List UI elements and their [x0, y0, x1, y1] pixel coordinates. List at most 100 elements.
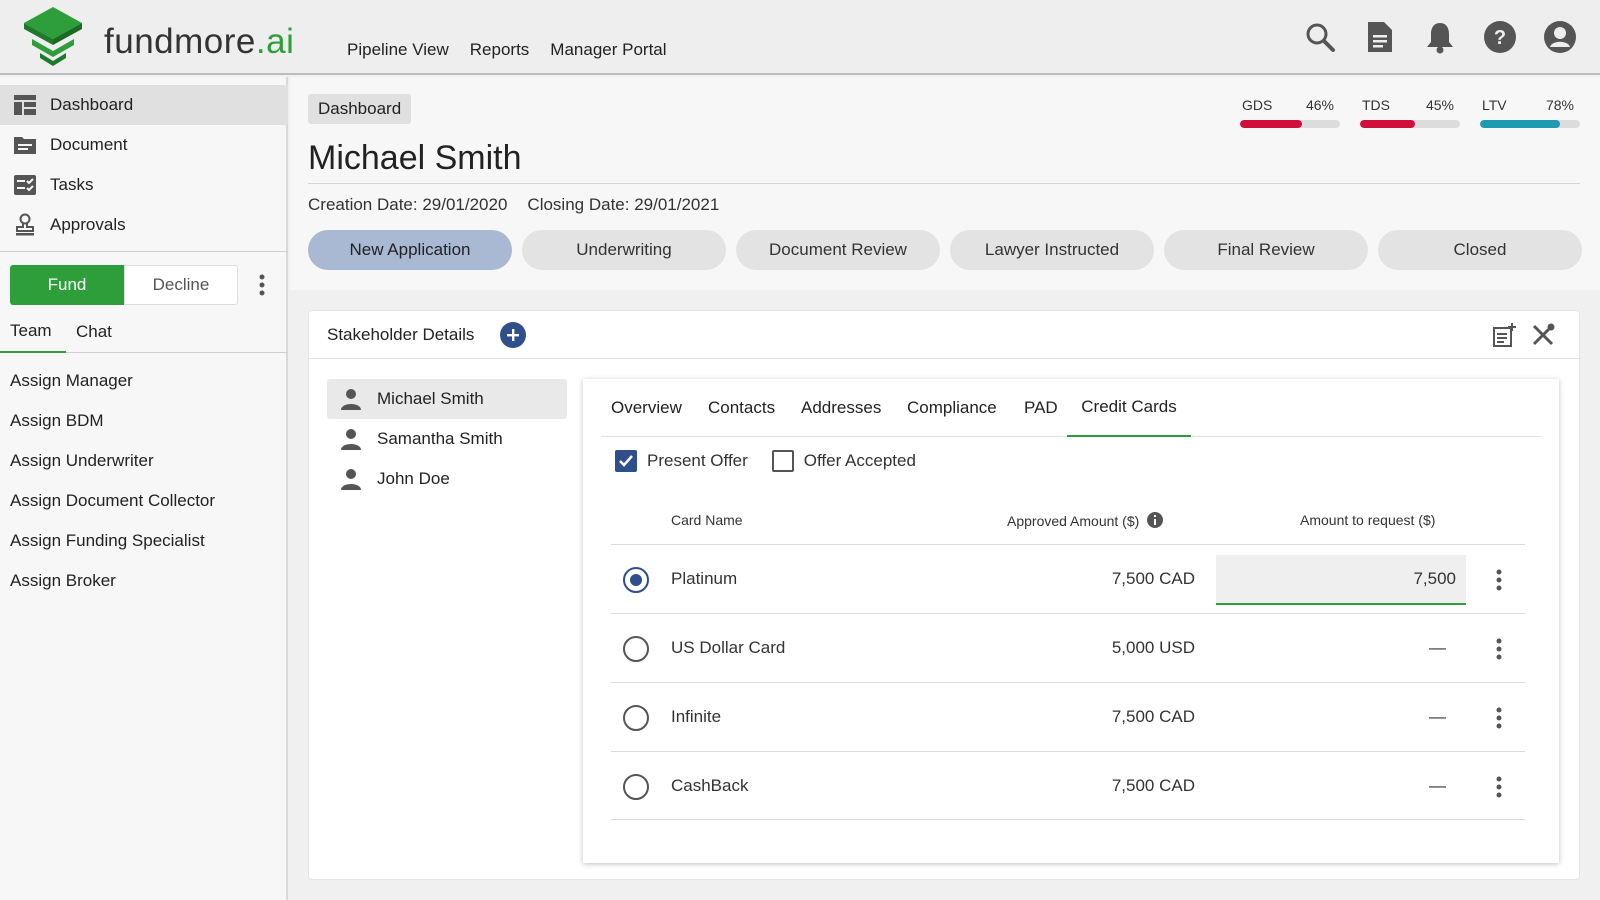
- stage-closed[interactable]: Closed: [1378, 230, 1582, 270]
- tab-compliance[interactable]: Compliance: [907, 379, 997, 437]
- tab-overview[interactable]: Overview: [611, 379, 682, 437]
- stage-pipeline: New Application Underwriting Document Re…: [308, 230, 1582, 270]
- sidebar-item-tasks[interactable]: Tasks: [0, 165, 288, 205]
- nav-manager-portal[interactable]: Manager Portal: [550, 40, 666, 60]
- table-row[interactable]: US Dollar Card 5,000 USD —: [611, 613, 1525, 682]
- row-menu-icon[interactable]: [1487, 565, 1511, 595]
- decline-button[interactable]: Decline: [124, 265, 238, 305]
- assign-bdm-link[interactable]: Assign BDM: [10, 411, 104, 431]
- card-select-radio[interactable]: [623, 774, 649, 800]
- logo-mark-icon: [24, 7, 82, 66]
- metric-bar: [1240, 120, 1340, 128]
- metric-bar-fill: [1240, 120, 1302, 128]
- sidebar-divider: [0, 251, 288, 252]
- tab-contacts[interactable]: Contacts: [708, 379, 775, 437]
- fund-button[interactable]: Fund: [10, 265, 124, 305]
- tab-pad[interactable]: PAD: [1024, 379, 1058, 437]
- stage-underwriting[interactable]: Underwriting: [522, 230, 726, 270]
- card-select-radio[interactable]: [623, 705, 649, 731]
- row-menu-icon[interactable]: [1487, 772, 1511, 802]
- assign-funding-specialist-link[interactable]: Assign Funding Specialist: [10, 531, 205, 551]
- tab-credit-cards[interactable]: Credit Cards: [1067, 379, 1191, 437]
- table-row[interactable]: CashBack 7,500 CAD —: [611, 751, 1525, 820]
- stakeholder-item[interactable]: Michael Smith: [327, 379, 567, 419]
- stage-document-review[interactable]: Document Review: [736, 230, 940, 270]
- column-header-amount-to-request: Amount to request ($): [1300, 512, 1436, 528]
- folder-document-icon: [12, 132, 38, 158]
- application-dates: Creation Date: 29/01/2020 Closing Date: …: [308, 195, 719, 215]
- approved-amount: 7,500 CAD: [1111, 569, 1195, 588]
- sidebar-item-document[interactable]: Document: [0, 125, 288, 165]
- tab-chat[interactable]: Chat: [76, 311, 112, 353]
- add-stakeholder-icon[interactable]: [500, 322, 526, 348]
- column-header-card-name: Card Name: [671, 512, 743, 528]
- search-icon[interactable]: [1302, 18, 1338, 56]
- help-icon[interactable]: ?: [1482, 18, 1518, 56]
- assign-manager-link[interactable]: Assign Manager: [10, 371, 133, 391]
- stakeholder-name: John Doe: [377, 469, 450, 488]
- metric-bar: [1360, 120, 1460, 128]
- amount-to-request-input[interactable]: [1216, 555, 1466, 605]
- sidebar: Dashboard Document Tasks Approvals Fund …: [0, 77, 288, 900]
- amount-to-request: —: [1429, 707, 1446, 726]
- assign-underwriter-link[interactable]: Assign Underwriter: [10, 451, 154, 471]
- stakeholder-name: Samantha Smith: [377, 429, 503, 448]
- stakeholder-name: Michael Smith: [377, 389, 484, 408]
- metric-bar-fill: [1480, 120, 1560, 128]
- assign-document-collector-link[interactable]: Assign Document Collector: [10, 491, 215, 511]
- metric-value: 45%: [1425, 97, 1454, 113]
- sidebar-item-label: Approvals: [50, 215, 126, 234]
- present-offer-label: Present Offer: [647, 451, 748, 470]
- dashboard-icon: [12, 92, 38, 118]
- present-offer-checkbox[interactable]: [615, 450, 637, 472]
- account-icon[interactable]: [1542, 18, 1578, 56]
- nav-reports[interactable]: Reports: [470, 40, 530, 60]
- stakeholder-item[interactable]: John Doe: [327, 459, 567, 499]
- stage-new-application[interactable]: New Application: [308, 230, 512, 270]
- main-content: Dashboard Michael Smith Creation Date: 2…: [290, 77, 1600, 900]
- more-options-icon[interactable]: [252, 269, 272, 301]
- table-row[interactable]: Infinite 7,500 CAD —: [611, 682, 1525, 751]
- sidebar-tabs: Team Chat: [0, 311, 288, 353]
- info-icon[interactable]: [1147, 512, 1164, 528]
- metric-bar-fill: [1360, 120, 1415, 128]
- column-header-approved-amount: Approved Amount ($): [1007, 512, 1164, 529]
- logo-wordmark: fundmore.ai: [104, 22, 295, 61]
- offer-accepted-checkbox[interactable]: [771, 450, 794, 472]
- nav-pipeline-view[interactable]: Pipeline View: [347, 40, 449, 60]
- sidebar-item-dashboard[interactable]: Dashboard: [0, 85, 288, 125]
- breadcrumb[interactable]: Dashboard: [308, 94, 412, 124]
- add-note-icon[interactable]: [1491, 321, 1519, 349]
- row-menu-icon[interactable]: [1487, 634, 1511, 664]
- approved-amount: 7,500 CAD: [1111, 776, 1195, 795]
- svg-text:?: ?: [1494, 27, 1506, 49]
- document-icon[interactable]: [1362, 18, 1398, 56]
- stakeholder-item[interactable]: Samantha Smith: [327, 419, 567, 459]
- stakeholder-detail-panel: Overview Contacts Addresses Compliance P…: [583, 379, 1559, 863]
- fundmore-logo[interactable]: fundmore.ai: [18, 5, 298, 70]
- tab-team[interactable]: Team: [0, 311, 66, 353]
- row-menu-icon[interactable]: [1487, 703, 1511, 733]
- assign-broker-link[interactable]: Assign Broker: [10, 571, 116, 591]
- card-name: Platinum: [671, 569, 738, 588]
- metric-label: GDS: [1242, 97, 1273, 113]
- stakeholder-details-card: Stakeholder Details Michael Smith Samant…: [308, 310, 1581, 880]
- card-header: Stakeholder Details: [309, 311, 1581, 359]
- creation-date: Creation Date: 29/01/2020: [308, 195, 508, 214]
- column-header-label: Approved Amount ($): [1007, 513, 1140, 529]
- person-icon: [339, 427, 363, 451]
- stage-final-review[interactable]: Final Review: [1164, 230, 1368, 270]
- card-select-radio[interactable]: [623, 567, 649, 593]
- stage-lawyer-instructed[interactable]: Lawyer Instructed: [950, 230, 1154, 270]
- table-row[interactable]: Platinum 7,500 CAD: [611, 544, 1525, 613]
- card-select-radio[interactable]: [623, 636, 649, 662]
- app-header: fundmore.ai Pipeline View Reports Manage…: [0, 0, 1600, 75]
- bell-icon[interactable]: [1422, 18, 1458, 56]
- sidebar-item-approvals[interactable]: Approvals: [0, 205, 288, 245]
- application-header: Dashboard Michael Smith Creation Date: 2…: [290, 77, 1600, 290]
- offer-checkboxes: Present Offer Offer Accepted: [615, 450, 940, 472]
- tools-icon[interactable]: [1529, 321, 1557, 349]
- approved-amount: 5,000 USD: [1111, 638, 1195, 657]
- offer-accepted-label: Offer Accepted: [803, 451, 916, 470]
- tab-addresses[interactable]: Addresses: [801, 379, 881, 437]
